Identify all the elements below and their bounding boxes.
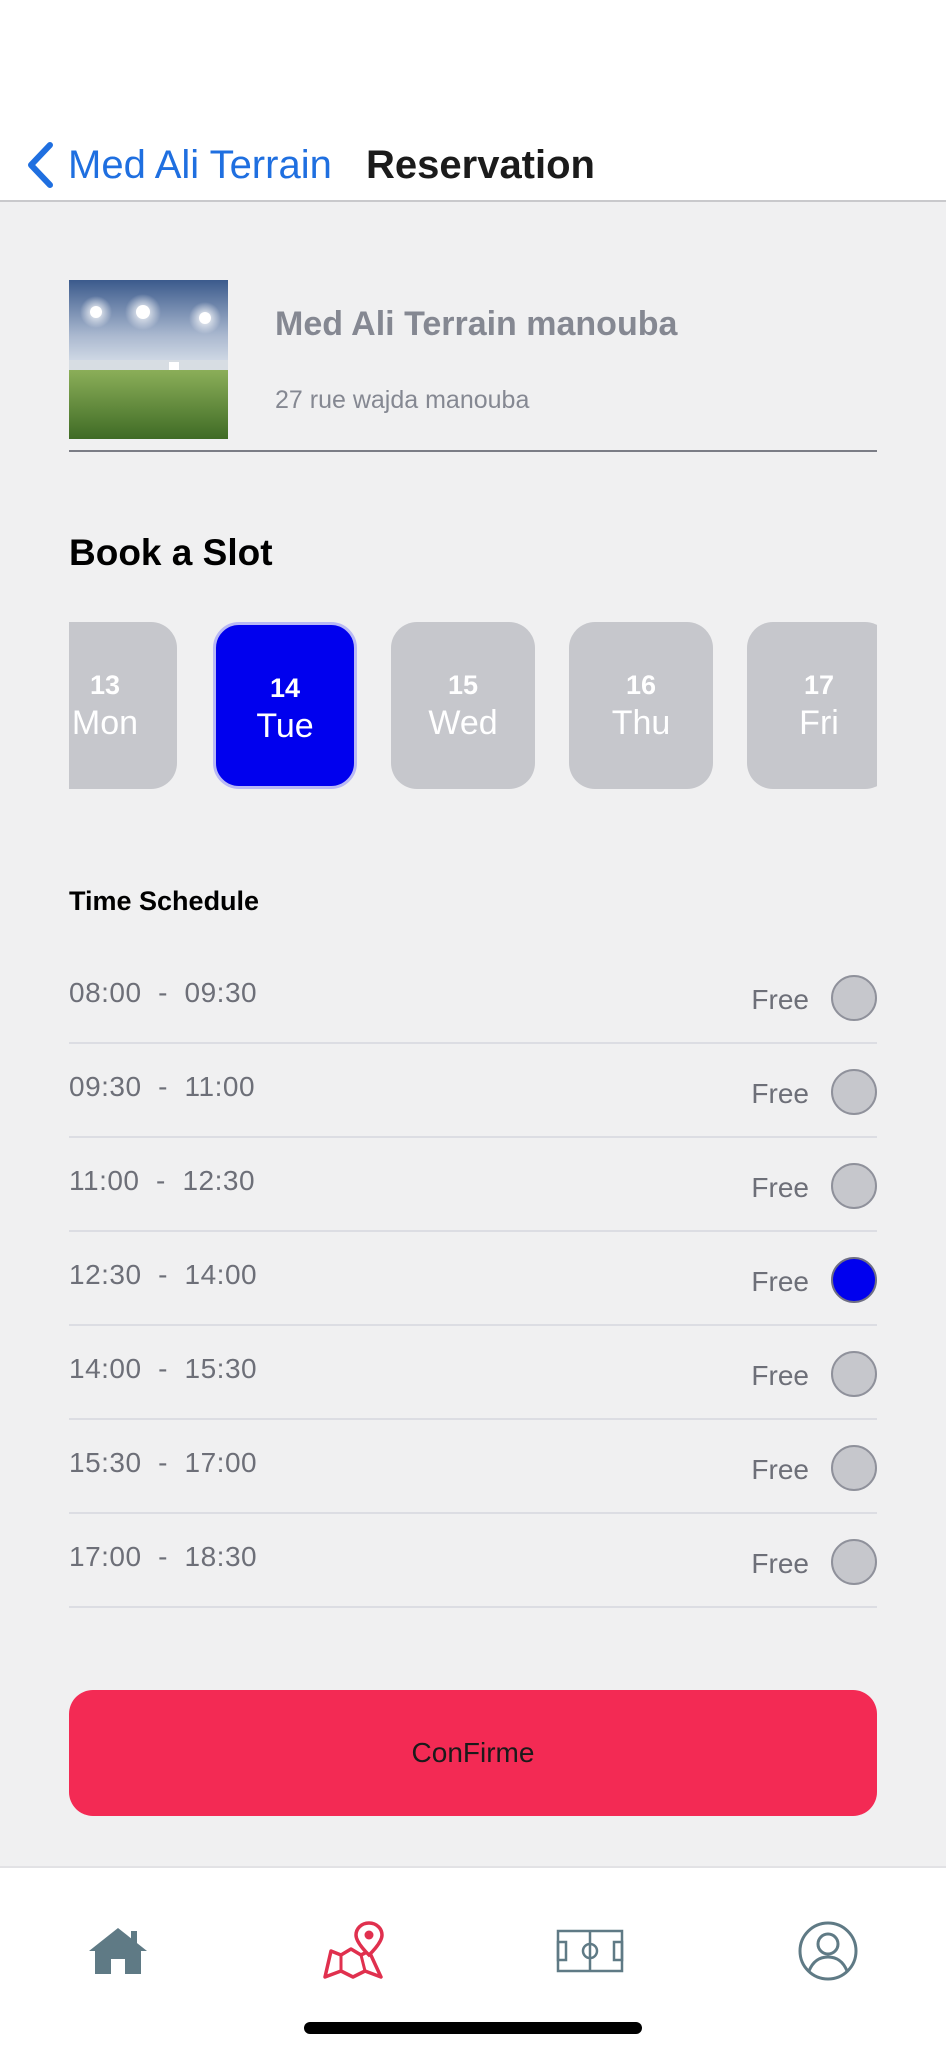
slot-status: Free	[751, 1360, 809, 1391]
venue-photo	[69, 280, 228, 439]
day-name: Thu	[611, 704, 671, 742]
day-number: 13	[89, 670, 121, 700]
time-slot-row[interactable]: 14:00 - 15:30 Free	[69, 1326, 877, 1420]
day-card[interactable]: 15 Wed	[391, 622, 535, 789]
day-card[interactable]: 17 Fri	[747, 622, 877, 789]
status-bar-area	[0, 0, 946, 90]
slot-status: Free	[751, 1266, 809, 1297]
venue-name: Med Ali Terrain manouba	[275, 305, 678, 343]
day-number: 16	[625, 670, 657, 700]
page-title: Reservation	[366, 142, 595, 187]
back-button[interactable]: Med Ali Terrain	[26, 130, 332, 200]
time-slot-row[interactable]: 08:00 - 09:30 Free	[69, 950, 877, 1044]
day-card[interactable]: 13 Mon	[69, 622, 177, 789]
tab-home[interactable]	[80, 1918, 156, 1984]
book-slot-heading: Book a Slot	[69, 532, 273, 573]
slot-time-range: 14:00 - 15:30	[69, 1353, 258, 1384]
slot-radio-button[interactable]	[831, 1069, 877, 1115]
slot-status: Free	[751, 1454, 809, 1485]
football-field-icon	[556, 1929, 624, 1973]
chevron-left-icon	[28, 142, 53, 188]
confirm-button[interactable]: ConFirme	[69, 1690, 877, 1816]
venue-header: Med Ali Terrain manouba 27 rue wajda man…	[69, 280, 877, 452]
tab-bar	[0, 1866, 946, 2048]
home-indicator	[304, 2022, 642, 2034]
time-slot-list: 08:00 - 09:30 Free 09:30 - 11:00 Free 11…	[69, 950, 877, 1608]
slot-status: Free	[751, 1548, 809, 1579]
time-slot-row-selected[interactable]: 12:30 - 14:00 Free	[69, 1232, 877, 1326]
day-name: Wed	[428, 704, 498, 742]
slot-time-range: 12:30 - 14:00	[69, 1259, 258, 1290]
day-card[interactable]: 16 Thu	[569, 622, 713, 789]
slot-radio-button[interactable]	[831, 1351, 877, 1397]
slot-time-range: 15:30 - 17:00	[69, 1447, 258, 1478]
time-slot-row[interactable]: 15:30 - 17:00 Free	[69, 1420, 877, 1514]
map-pin-icon	[323, 1921, 384, 1979]
time-slot-row[interactable]: 09:30 - 11:00 Free	[69, 1044, 877, 1138]
day-name: Mon	[71, 704, 139, 742]
time-slot-row[interactable]: 11:00 - 12:30 Free	[69, 1138, 877, 1232]
slot-radio-button[interactable]	[831, 1539, 877, 1585]
slot-status: Free	[751, 1172, 809, 1203]
tab-profile[interactable]	[790, 1918, 866, 1984]
slot-status: Free	[751, 1078, 809, 1109]
slot-time-range: 17:00 - 18:30	[69, 1541, 258, 1572]
day-number: 14	[269, 673, 301, 703]
tab-field[interactable]	[552, 1918, 628, 1984]
slot-radio-button[interactable]	[831, 975, 877, 1021]
day-number: 17	[803, 670, 835, 700]
day-number: 15	[447, 670, 479, 700]
slot-radio-button[interactable]	[831, 1163, 877, 1209]
slot-time-range: 11:00 - 12:30	[69, 1165, 256, 1196]
day-selector: 13 Mon 14 Tue 15 Wed 16 Thu 17 Fri	[69, 622, 877, 790]
navigation-bar: Med Ali Terrain Reservation	[0, 90, 946, 202]
user-icon	[798, 1921, 858, 1981]
slot-radio-button[interactable]	[831, 1445, 877, 1491]
time-schedule-heading: Time Schedule	[69, 886, 260, 916]
slot-time-range: 09:30 - 11:00	[69, 1071, 256, 1102]
day-card-selected[interactable]: 14 Tue	[213, 622, 357, 789]
slot-status: Free	[751, 984, 809, 1015]
time-slot-row[interactable]: 17:00 - 18:30 Free	[69, 1514, 877, 1608]
tab-map[interactable]	[316, 1918, 392, 1984]
venue-address: 27 rue wajda manouba	[275, 386, 530, 414]
day-name: Fri	[799, 704, 839, 742]
day-name: Tue	[256, 707, 314, 745]
home-icon	[89, 1928, 147, 1974]
slot-time-range: 08:00 - 09:30	[69, 977, 258, 1008]
slot-radio-button-selected[interactable]	[831, 1257, 877, 1303]
back-button-label: Med Ali Terrain	[68, 142, 332, 187]
